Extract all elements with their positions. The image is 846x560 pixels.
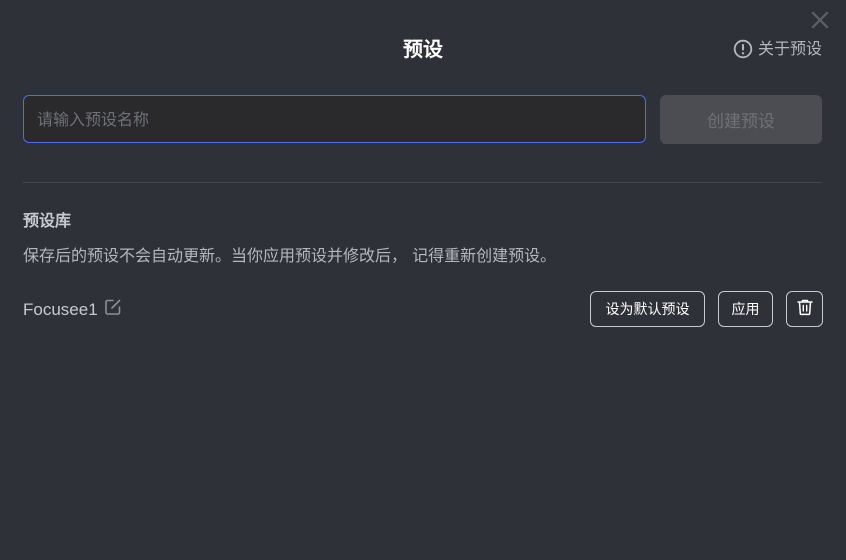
delete-preset-button[interactable] [786, 291, 823, 327]
edit-icon[interactable] [104, 298, 122, 322]
create-preset-button[interactable]: 创建预设 [660, 95, 822, 144]
info-circle-icon [733, 39, 753, 59]
preset-library-description: 保存后的预设不会自动更新。当你应用预设并修改后， 记得重新创建预设。 [23, 246, 557, 265]
trash-icon [796, 298, 814, 320]
divider [23, 182, 822, 183]
preset-dialog: 预设 关于预设 创建预设 预设库 保存后的预设不会自动更新。当你应用预设并修改后… [0, 0, 846, 560]
preset-name: Focusee1 [23, 298, 122, 322]
apply-preset-button[interactable]: 应用 [718, 291, 773, 327]
preset-name-label: Focusee1 [23, 300, 98, 319]
preset-list-item: Focusee1 设为默认预设 应用 [23, 290, 823, 328]
close-icon[interactable] [810, 10, 830, 30]
preset-name-input[interactable] [23, 95, 646, 143]
about-presets-link[interactable]: 关于预设 [733, 38, 822, 60]
dialog-title: 预设 [403, 37, 443, 61]
about-presets-label: 关于预设 [757, 39, 822, 58]
preset-library-title: 预设库 [23, 211, 72, 230]
set-default-preset-button[interactable]: 设为默认预设 [590, 291, 705, 327]
preset-actions: 设为默认预设 应用 [590, 291, 823, 327]
